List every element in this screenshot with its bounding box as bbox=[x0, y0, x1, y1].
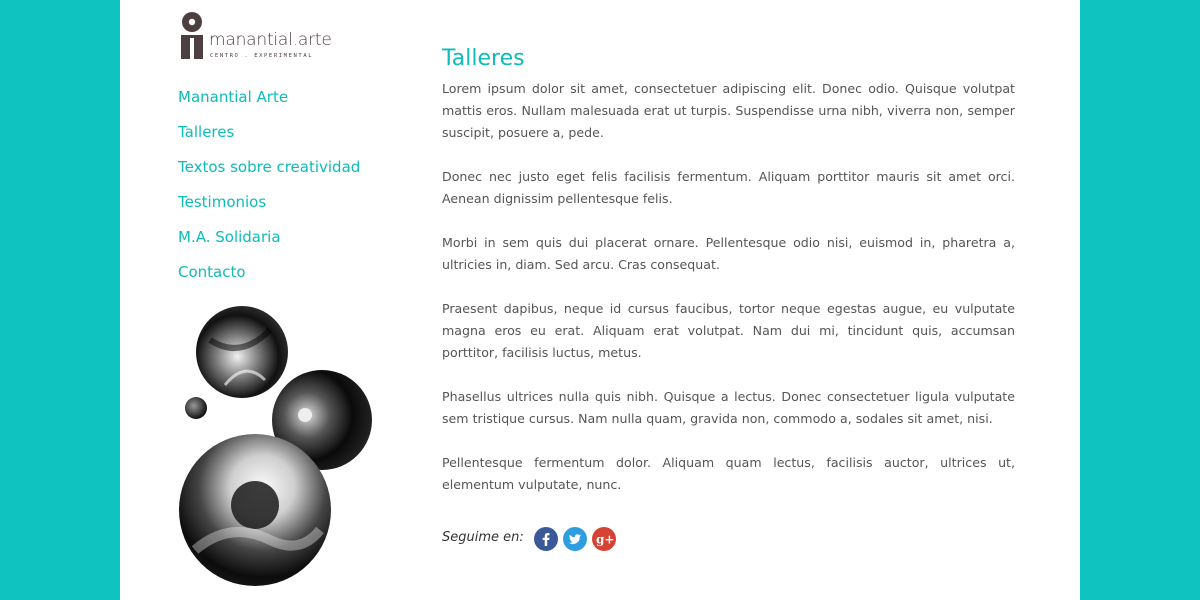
paragraph-3: Morbi in sem quis dui placerat ornare. P… bbox=[442, 235, 1015, 272]
nav-item-manantial-arte: Manantial Arte bbox=[178, 86, 360, 121]
twitter-icon[interactable] bbox=[562, 527, 587, 551]
logo-wordmark: manantial.arte bbox=[209, 30, 332, 50]
paragraph-1: Lorem ipsum dolor sit amet, consectetuer… bbox=[442, 81, 1015, 140]
google-plus-glyph: g+ bbox=[596, 533, 614, 547]
logo-word-part1: manantial bbox=[209, 30, 293, 50]
page-container: manantial.arte CENTRO . EXPERIMENTAL Man… bbox=[120, 0, 1080, 600]
nav-link-testimonios[interactable]: Testimonios bbox=[178, 193, 266, 211]
page-title: Talleres bbox=[442, 46, 525, 71]
ink-circle-small bbox=[185, 397, 207, 419]
social-links: Seguime en: g+ bbox=[442, 526, 621, 552]
nav-link-contacto[interactable]: Contacto bbox=[178, 263, 246, 281]
social-label: Seguime en: bbox=[442, 530, 524, 545]
svg-text:g+: g+ bbox=[596, 533, 614, 547]
main-content: Talleres Lorem ipsum dolor sit amet, con… bbox=[442, 44, 1015, 518]
paragraph-2: Donec nec justo eget felis facilisis fer… bbox=[442, 169, 1015, 206]
nav-link-ma-solidaria[interactable]: M.A. Solidaria bbox=[178, 228, 281, 246]
nav-link-talleres[interactable]: Talleres bbox=[178, 123, 234, 141]
nav-item-textos: Textos sobre creatividad bbox=[178, 156, 360, 191]
nav-item-testimonios: Testimonios bbox=[178, 191, 360, 226]
nav-item-contacto: Contacto bbox=[178, 261, 360, 296]
logo-tagline: CENTRO . EXPERIMENTAL bbox=[210, 53, 314, 59]
site-logo[interactable]: manantial.arte CENTRO . EXPERIMENTAL bbox=[180, 12, 332, 64]
ink-circle-top bbox=[196, 306, 288, 398]
google-plus-icon[interactable]: g+ bbox=[591, 527, 616, 551]
nav-link-textos-sobre-creatividad[interactable]: Textos sobre creatividad bbox=[178, 158, 360, 176]
main-nav: Manantial Arte Talleres Textos sobre cre… bbox=[178, 86, 360, 296]
facebook-icon[interactable] bbox=[533, 527, 558, 551]
nav-link-manantial-arte[interactable]: Manantial Arte bbox=[178, 88, 288, 106]
paragraph-6: Pellentesque fermentum dolor. Aliquam qu… bbox=[442, 455, 1015, 492]
logo-word-part2: arte bbox=[297, 30, 332, 50]
facebook-glyph bbox=[542, 533, 550, 546]
ink-circles-illustration bbox=[179, 306, 372, 586]
twitter-glyph bbox=[568, 534, 581, 545]
paragraph-5: Phasellus ultrices nulla quis nibh. Quis… bbox=[442, 389, 1015, 426]
logo-mark-icon bbox=[181, 12, 203, 59]
paragraph-4: Praesent dapibus, neque id cursus faucib… bbox=[442, 301, 1015, 360]
nav-item-solidaria: M.A. Solidaria bbox=[178, 226, 360, 261]
nav-item-talleres: Talleres bbox=[178, 121, 360, 156]
